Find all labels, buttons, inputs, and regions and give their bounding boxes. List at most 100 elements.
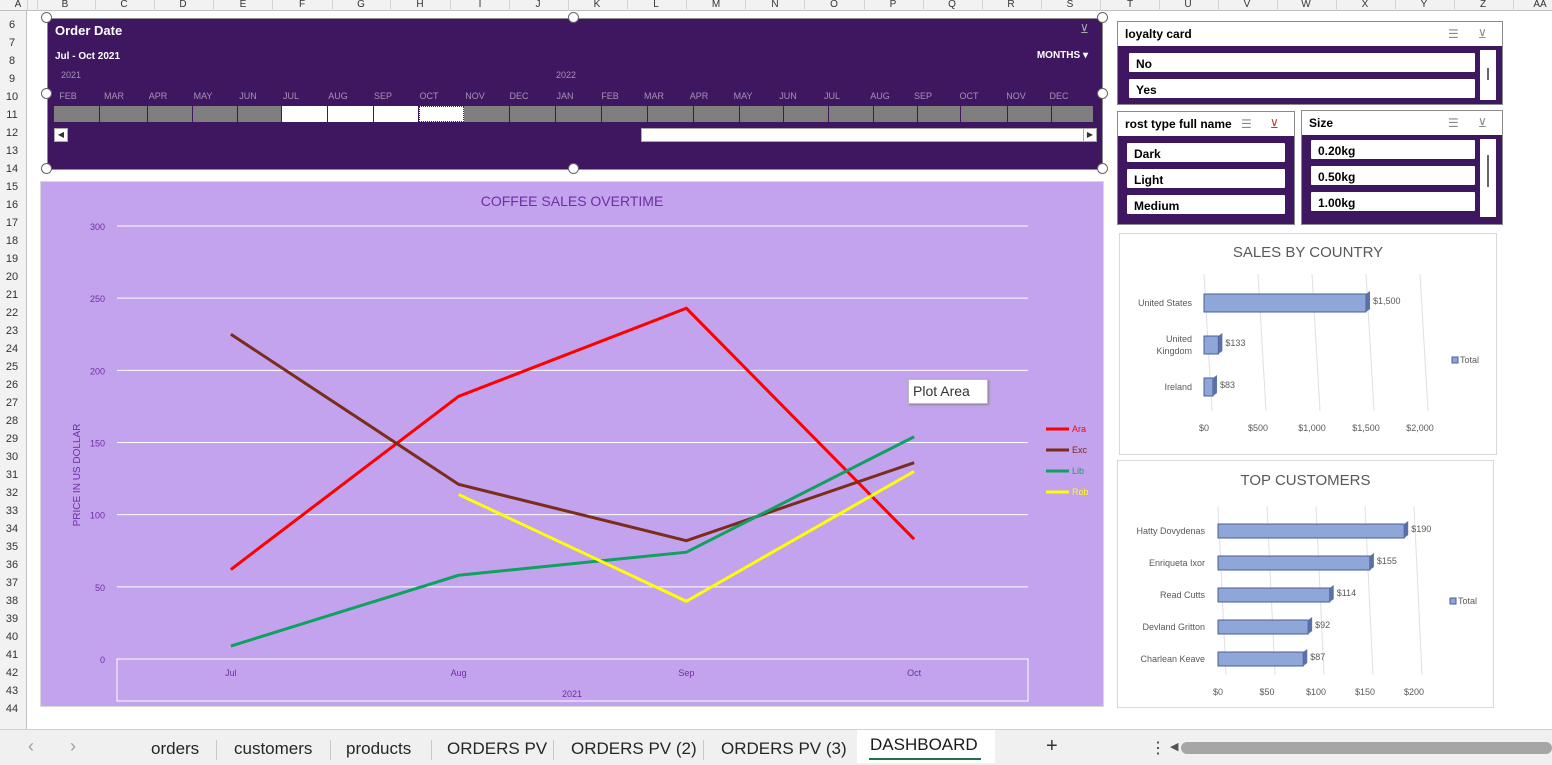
resize-handle[interactable]: [1097, 88, 1108, 99]
row-header-12[interactable]: 12: [0, 127, 24, 139]
column-header-t[interactable]: T: [1120, 0, 1140, 10]
row-header-44[interactable]: 44: [0, 703, 24, 715]
timeline-month-bar[interactable]: [464, 106, 510, 122]
slicer-scrollbar[interactable]: [1480, 50, 1496, 100]
timeline-month-bar[interactable]: [602, 106, 648, 122]
resize-handle[interactable]: [41, 88, 52, 99]
timeline-scrollbar[interactable]: [641, 128, 1090, 142]
slicer-scrollbar[interactable]: [1480, 139, 1496, 217]
chevron-right-icon[interactable]: ›: [70, 736, 76, 757]
row-header-35[interactable]: 35: [0, 541, 24, 553]
timeline-month-bar[interactable]: [961, 106, 1008, 122]
order-date-timeline[interactable]: Order Date ⊻ Jul - Oct 2021 MONTHS ▾ 202…: [47, 18, 1103, 170]
resize-handle[interactable]: [1097, 163, 1108, 174]
tab-orders-pv[interactable]: ORDERS PV: [447, 739, 547, 759]
tab-orders-pv-2[interactable]: ORDERS PV (2): [571, 739, 697, 759]
row-header-19[interactable]: 19: [0, 253, 24, 265]
column-header-x[interactable]: X: [1355, 0, 1375, 10]
slicer-item-dark[interactable]: Dark: [1126, 142, 1286, 163]
resize-handle[interactable]: [41, 163, 52, 174]
row-header-16[interactable]: 16: [0, 199, 24, 211]
tab-customers[interactable]: customers: [234, 739, 312, 759]
add-sheet-icon[interactable]: +: [1046, 735, 1058, 758]
row-header-25[interactable]: 25: [0, 361, 24, 373]
column-header-y[interactable]: Y: [1414, 0, 1434, 10]
row-header-38[interactable]: 38: [0, 595, 24, 607]
row-header-15[interactable]: 15: [0, 181, 24, 193]
column-header-r[interactable]: R: [1001, 0, 1021, 10]
row-header-28[interactable]: 28: [0, 415, 24, 427]
tab-products[interactable]: products: [346, 739, 411, 759]
column-header-l[interactable]: L: [646, 0, 666, 10]
row-header-7[interactable]: 7: [0, 37, 24, 49]
row-header-24[interactable]: 24: [0, 343, 24, 355]
size-slicer[interactable]: Size ☰ ⊻ 0.20kg 0.50kg 1.00kg: [1301, 110, 1503, 225]
row-header-22[interactable]: 22: [0, 307, 24, 319]
slicer-item-no[interactable]: No: [1128, 52, 1476, 73]
slicer-item-0-50kg[interactable]: 0.50kg: [1310, 165, 1476, 186]
timeline-month-bar[interactable]: [374, 106, 419, 122]
row-header-8[interactable]: 8: [0, 55, 24, 67]
timeline-month-bar[interactable]: [54, 106, 100, 122]
timeline-month-bar[interactable]: [419, 106, 464, 122]
multi-select-icon[interactable]: ☰: [1241, 117, 1252, 131]
column-header-p[interactable]: P: [883, 0, 903, 10]
timeline-month-bar[interactable]: [918, 106, 961, 122]
row-header-42[interactable]: 42: [0, 667, 24, 679]
column-header-h[interactable]: H: [410, 0, 430, 10]
column-header-w[interactable]: W: [1296, 0, 1316, 10]
slicer-item-0-20kg[interactable]: 0.20kg: [1310, 139, 1476, 160]
column-header-k[interactable]: K: [587, 0, 607, 10]
row-header-6[interactable]: 6: [0, 19, 24, 31]
roast-type-slicer[interactable]: rost type full name ☰ ⊻ Dark Light Mediu…: [1117, 111, 1295, 225]
row-header-34[interactable]: 34: [0, 523, 24, 535]
timeline-month-bar[interactable]: [282, 106, 328, 122]
row-header-37[interactable]: 37: [0, 577, 24, 589]
slicer-item-light[interactable]: Light: [1126, 168, 1286, 189]
row-header-30[interactable]: 30: [0, 451, 24, 463]
tab-orders-pv-3[interactable]: ORDERS PV (3): [721, 739, 847, 759]
clear-filter-icon[interactable]: ⊻: [1478, 27, 1487, 41]
timeline-month-bar[interactable]: [148, 106, 193, 122]
column-header-f[interactable]: F: [292, 0, 312, 10]
coffee-sales-chart[interactable]: COFFEE SALES OVERTIME 0 50 100 150 200 250 300 J…: [40, 181, 1104, 707]
resize-handle[interactable]: [568, 163, 579, 174]
tab-dashboard[interactable]: DASHBOARD: [857, 730, 995, 763]
timeline-month-bar[interactable]: [694, 106, 740, 122]
multi-select-icon[interactable]: ☰: [1448, 116, 1459, 130]
row-header-21[interactable]: 21: [0, 289, 24, 301]
row-header-36[interactable]: 36: [0, 559, 24, 571]
resize-handle[interactable]: [41, 12, 52, 23]
timeline-month-bar[interactable]: [829, 106, 874, 122]
sales-by-country-chart[interactable]: SALES BY COUNTRY $0 $500 $1,000 $1,500 $2,00…: [1119, 233, 1497, 455]
row-header-32[interactable]: 32: [0, 487, 24, 499]
timeline-month-bar[interactable]: [556, 106, 602, 122]
timeline-month-bar[interactable]: [784, 106, 829, 122]
slicer-item-medium[interactable]: Medium: [1126, 194, 1286, 215]
timeline-month-bar[interactable]: [740, 106, 784, 122]
clear-filter-icon[interactable]: ⊻: [1080, 22, 1089, 36]
row-header-40[interactable]: 40: [0, 631, 24, 643]
resize-handle[interactable]: [1097, 12, 1108, 23]
row-header-43[interactable]: 43: [0, 685, 24, 697]
row-header-10[interactable]: 10: [0, 91, 24, 103]
row-header-33[interactable]: 33: [0, 505, 24, 517]
slicer-item-yes[interactable]: Yes: [1128, 78, 1476, 99]
scroll-left-icon[interactable]: ◀: [1170, 740, 1178, 753]
column-header-c[interactable]: C: [114, 0, 134, 10]
column-header-d[interactable]: D: [173, 0, 193, 10]
timeline-month-bar[interactable]: [328, 106, 374, 122]
timeline-month-bar[interactable]: [510, 106, 556, 122]
timeline-month-bar[interactable]: [1052, 106, 1094, 122]
more-options-icon[interactable]: ⋮: [1150, 738, 1166, 758]
tab-orders[interactable]: orders: [151, 739, 199, 759]
column-header-m[interactable]: M: [706, 0, 726, 10]
column-header-u[interactable]: U: [1178, 0, 1198, 10]
column-header-e[interactable]: E: [233, 0, 253, 10]
row-header-18[interactable]: 18: [0, 235, 24, 247]
resize-handle[interactable]: [568, 12, 579, 23]
slicer-item-1-00kg[interactable]: 1.00kg: [1310, 191, 1476, 212]
column-header-v[interactable]: V: [1237, 0, 1257, 10]
row-header-20[interactable]: 20: [0, 271, 24, 283]
row-header-23[interactable]: 23: [0, 325, 24, 337]
